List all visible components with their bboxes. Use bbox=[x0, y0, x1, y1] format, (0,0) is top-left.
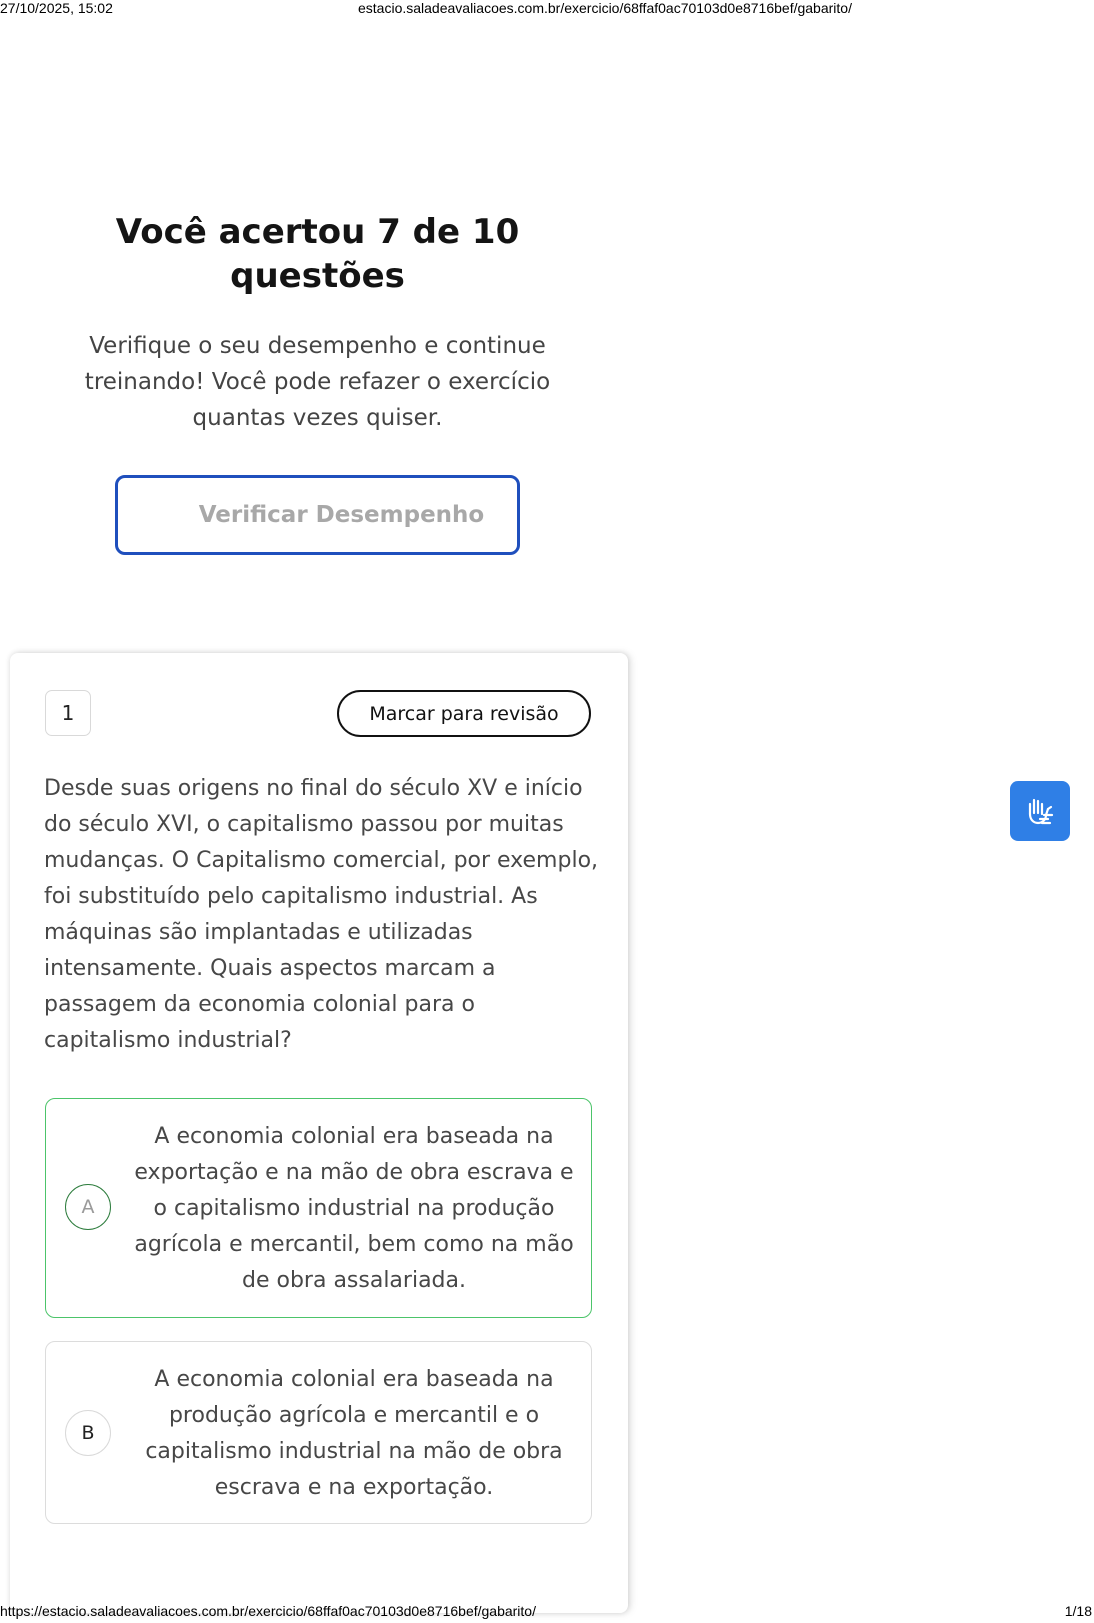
question-text: Desde suas origens no final do século XV… bbox=[44, 776, 599, 1053]
option-b[interactable]: B A economia colonial era baseada na pro… bbox=[45, 1341, 592, 1524]
print-footer: https://estacio.saladeavaliacoes.com.br/… bbox=[0, 1603, 1094, 1621]
question-number: 1 bbox=[45, 690, 91, 736]
mark-for-review-button[interactable]: Marcar para revisão bbox=[337, 690, 591, 737]
result-title: Você acertou 7 de 10 questões bbox=[115, 212, 520, 296]
result-description: Verifique o seu desempenho e continue tr… bbox=[84, 333, 551, 431]
sign-language-button[interactable] bbox=[1010, 781, 1070, 841]
verify-performance-button[interactable]: Verificar Desempenho bbox=[115, 475, 520, 555]
option-a[interactable]: A A economia colonial era baseada na exp… bbox=[45, 1098, 592, 1318]
sign-language-icon bbox=[1028, 798, 1054, 825]
print-datetime: 27/10/2025, 15:02 bbox=[0, 0, 113, 16]
option-text: A economia colonial era baseada na produ… bbox=[145, 1367, 563, 1500]
footer-url: https://estacio.saladeavaliacoes.com.br/… bbox=[0, 1603, 536, 1619]
page-counter: 1/18 bbox=[1064, 1603, 1092, 1619]
print-header: 27/10/2025, 15:02 estacio.saladeavaliaco… bbox=[0, 0, 1094, 18]
result-summary: Você acertou 7 de 10 questões Verifique … bbox=[60, 210, 575, 436]
option-letter: A bbox=[65, 1184, 111, 1230]
option-text: A economia colonial era baseada na expor… bbox=[134, 1124, 574, 1293]
option-letter: B bbox=[65, 1410, 111, 1456]
print-url: estacio.saladeavaliacoes.com.br/exercici… bbox=[358, 0, 852, 16]
question-card: 1 Marcar para revisão Desde suas origens… bbox=[10, 653, 628, 1613]
